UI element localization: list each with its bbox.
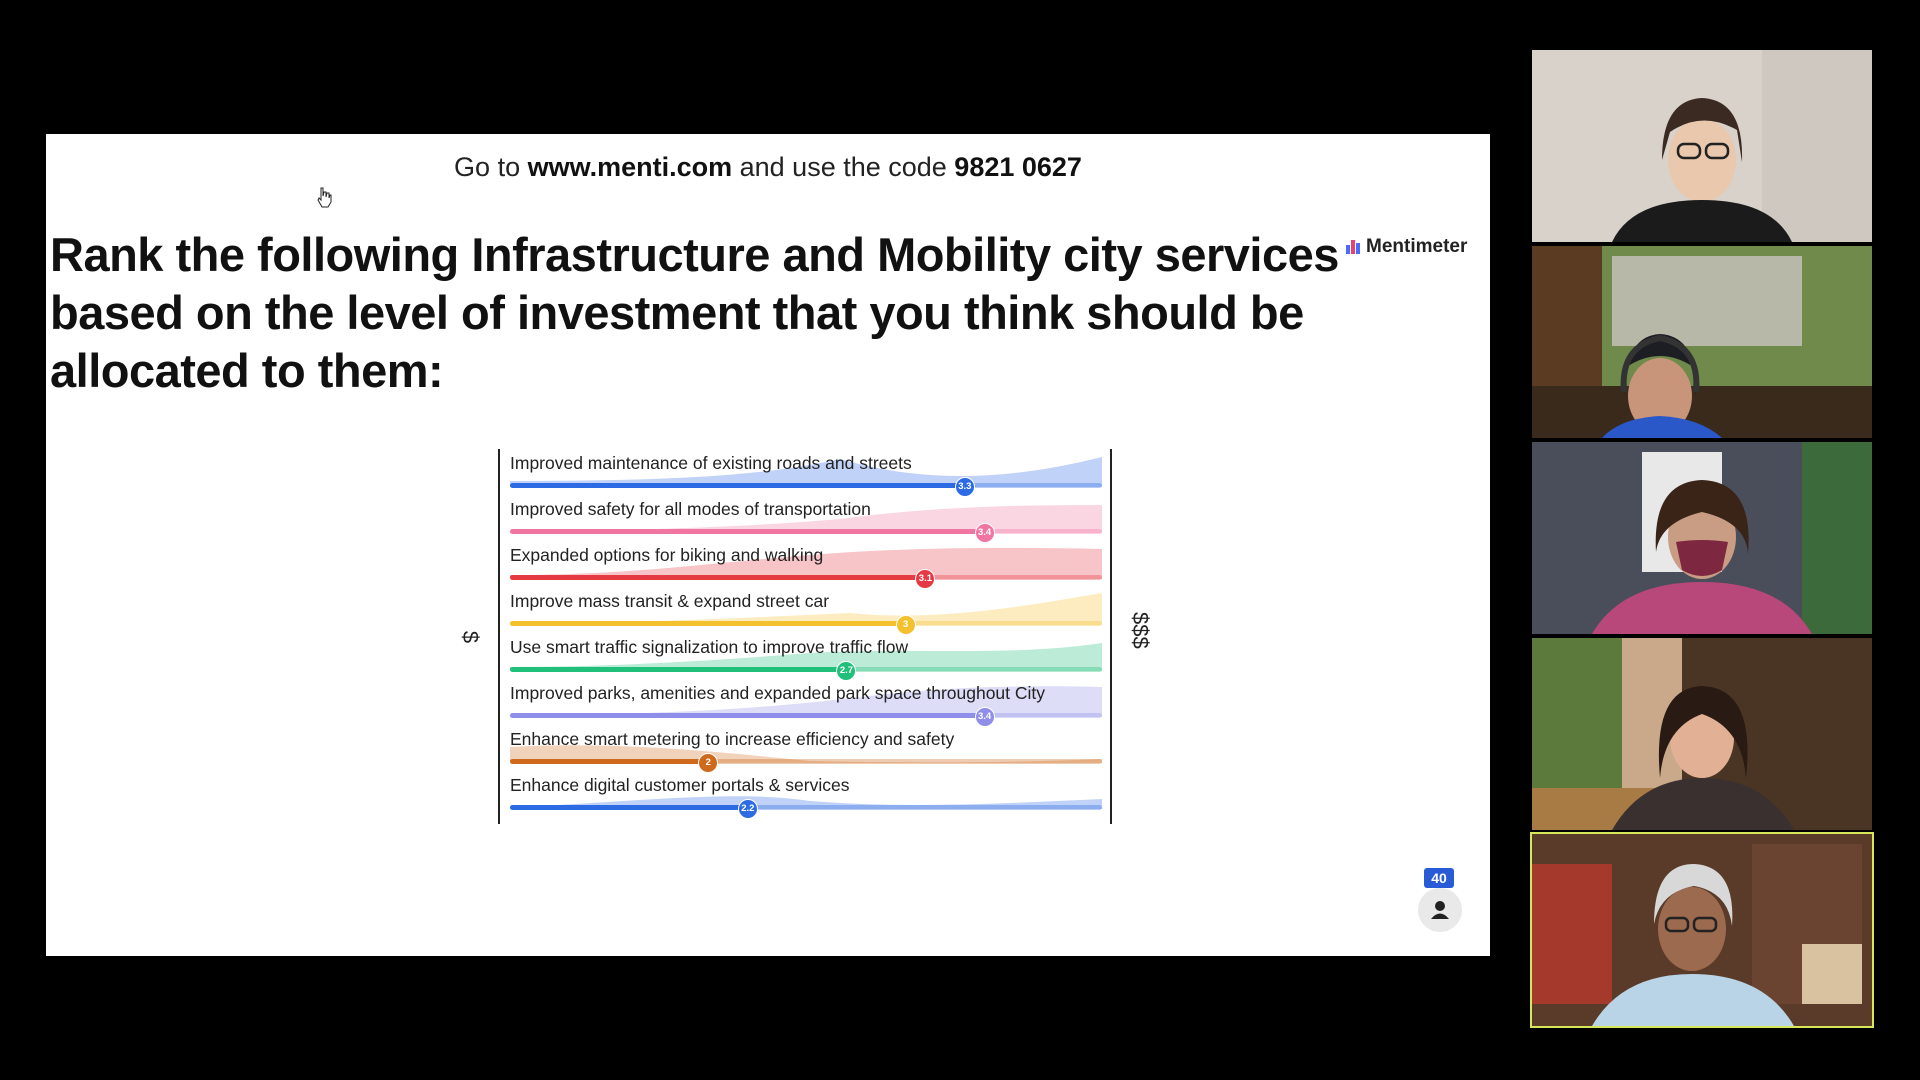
rank-value-badge: 2.2 xyxy=(737,799,758,819)
axis-label-low: $ xyxy=(458,630,484,644)
rank-value-badge: 2 xyxy=(698,753,719,773)
rank-row: Improved parks, amenities and expanded p… xyxy=(510,681,1102,727)
rank-label: Improved maintenance of existing roads a… xyxy=(510,453,912,473)
presentation-slide: Go to www.menti.com and use the code 982… xyxy=(46,134,1490,956)
rank-value-badge: 3.1 xyxy=(915,569,936,589)
ranking-chart: $ $$$ Improved maintenance of existing r… xyxy=(452,449,1153,824)
rank-value-badge: 3.3 xyxy=(954,477,975,497)
rank-row: Improve mass transit & expand street car… xyxy=(510,589,1102,635)
rank-value-badge: 3 xyxy=(895,615,916,635)
hand-cursor-icon xyxy=(317,187,332,208)
rank-bar xyxy=(510,483,964,488)
rank-label: Improved safety for all modes of transpo… xyxy=(510,499,871,519)
mentimeter-brand: Mentimeter xyxy=(1346,236,1467,258)
rank-row: Improved safety for all modes of transpo… xyxy=(510,497,1102,543)
rank-bar xyxy=(510,667,846,672)
rank-label: Improve mass transit & expand street car xyxy=(510,591,830,611)
participant-count-badge: 40 xyxy=(1424,868,1454,888)
rank-value-badge: 3.4 xyxy=(974,707,995,727)
join-prefix: Go to xyxy=(454,152,528,182)
join-url[interactable]: www.menti.com xyxy=(528,152,733,182)
rank-bar xyxy=(510,575,925,580)
rank-bar xyxy=(510,621,905,626)
participant-video-4[interactable] xyxy=(1530,636,1874,832)
participant-video-3[interactable] xyxy=(1530,440,1874,636)
participant-video-1[interactable] xyxy=(1530,48,1874,244)
join-instructions: Go to www.menti.com and use the code 982… xyxy=(46,152,1490,183)
rank-row: Improved maintenance of existing roads a… xyxy=(510,451,1102,497)
mentimeter-logo-icon xyxy=(1346,240,1360,254)
rank-row: Enhance smart metering to increase effic… xyxy=(510,727,1102,773)
rank-value-badge: 2.7 xyxy=(836,661,857,681)
rank-value-badge: 3.4 xyxy=(974,523,995,543)
rank-bar xyxy=(510,759,708,764)
join-middle: and use the code xyxy=(732,152,955,182)
rank-row: Enhance digital customer portals & servi… xyxy=(510,773,1102,819)
rank-label: Enhance smart metering to increase effic… xyxy=(510,729,955,749)
participant-counter[interactable]: 40 xyxy=(1418,868,1464,932)
rank-label: Enhance digital customer portals & servi… xyxy=(510,775,850,795)
axis-line-high xyxy=(1110,449,1112,824)
rank-label: Use smart traffic signalization to impro… xyxy=(510,637,909,657)
axis-label-high: $$$ xyxy=(1128,612,1153,649)
participant-video-5-active-speaker[interactable] xyxy=(1530,832,1874,1028)
participant-video-2[interactable] xyxy=(1530,244,1874,440)
person-icon xyxy=(1418,888,1462,932)
meeting-window: Go to www.menti.com and use the code 982… xyxy=(0,0,1920,1080)
join-code: 9821 0627 xyxy=(954,152,1082,182)
rank-label: Expanded options for biking and walking xyxy=(510,545,824,565)
slide-title: Rank the following Infrastructure and Mo… xyxy=(50,228,1339,397)
rank-row: Use smart traffic signalization to impro… xyxy=(510,635,1102,681)
rank-label: Improved parks, amenities and expanded p… xyxy=(510,683,1046,703)
rank-bar xyxy=(510,529,984,534)
rank-bar xyxy=(510,713,984,718)
axis-line-low xyxy=(498,449,500,824)
brand-name: Mentimeter xyxy=(1366,236,1468,257)
rank-bar xyxy=(510,805,747,810)
rank-row: Expanded options for biking and walking 3… xyxy=(510,543,1102,589)
